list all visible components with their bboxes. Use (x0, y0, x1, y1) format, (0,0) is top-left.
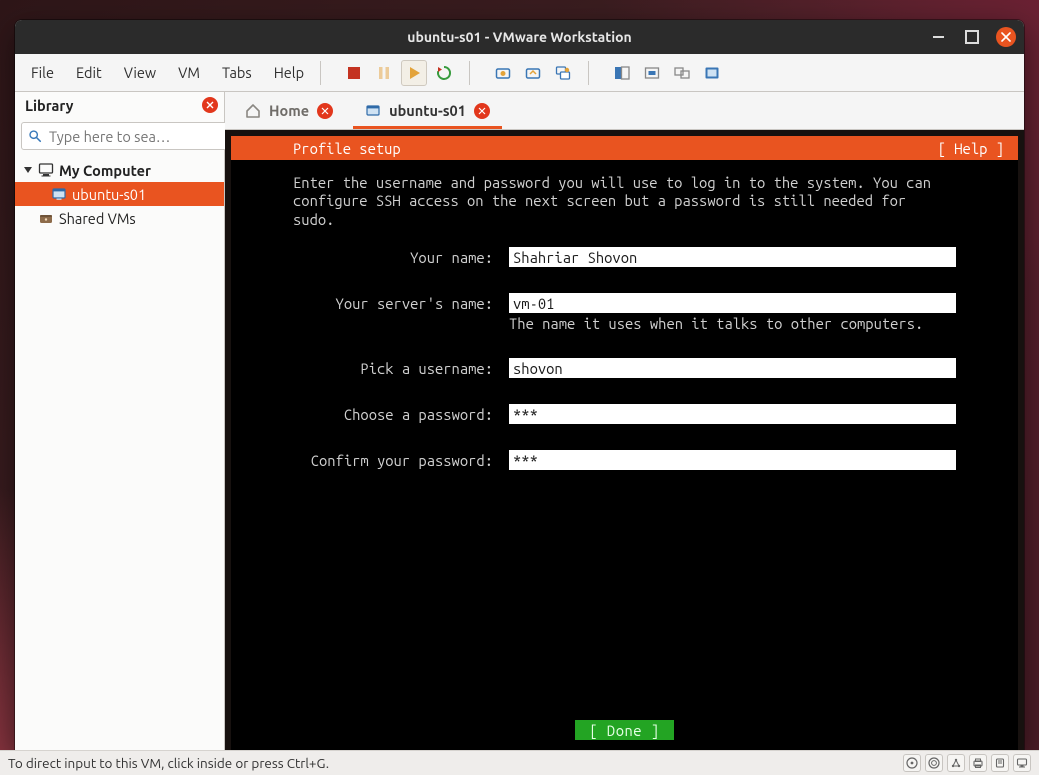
input-server-name[interactable]: vm-01 (509, 293, 956, 313)
tray-cd-icon[interactable] (903, 754, 921, 772)
guest-console[interactable]: Profile setup [ Help ] Enter the usernam… (231, 136, 1018, 750)
play-button[interactable] (401, 60, 427, 86)
tray-sound-icon[interactable] (991, 754, 1009, 772)
close-icon (206, 101, 214, 109)
close-icon (1001, 32, 1011, 42)
snapshot-take-button[interactable] (490, 60, 516, 86)
status-hint: To direct input to this VM, click inside… (8, 755, 329, 771)
window-maximize-button[interactable] (962, 27, 982, 47)
shared-icon (38, 210, 54, 226)
tab-close-button[interactable] (474, 103, 490, 119)
window-title: ubuntu-s01 - VMware Workstation (407, 29, 632, 45)
window-minimize-button[interactable] (928, 27, 948, 47)
toolbar-power-group (335, 60, 463, 86)
search-icon (28, 129, 42, 143)
input-your-name[interactable]: Shahriar Shovon (509, 247, 956, 267)
console-help-button[interactable]: [ Help ] (938, 140, 1004, 157)
library-tree: My Computer ubuntu-s01 Shared VMs (15, 156, 224, 750)
snapshot-manager-button[interactable] (550, 60, 576, 86)
vm-icon (51, 186, 67, 202)
tab-ubuntu-s01[interactable]: ubuntu-s01 (353, 95, 502, 129)
vm-viewport[interactable]: Profile setup [ Help ] Enter the usernam… (225, 130, 1024, 750)
window-titlebar[interactable]: ubuntu-s01 - VMware Workstation (15, 20, 1024, 54)
library-title: Library (25, 97, 74, 114)
input-password-confirm[interactable]: *** (509, 450, 956, 470)
tray-network-icon[interactable] (947, 754, 965, 772)
view-stretch-button[interactable] (639, 60, 665, 86)
tree-node-shared-vms[interactable]: Shared VMs (15, 206, 224, 230)
label-server-name: Your server's name: (293, 293, 493, 312)
console-header: Profile setup [ Help ] (231, 136, 1018, 160)
window-close-button[interactable] (996, 27, 1016, 47)
content-area: Home ubuntu-s01 Profile setup [ Help ] (225, 92, 1024, 750)
tree-label: Shared VMs (59, 210, 136, 227)
done-button[interactable]: [ Done ] (575, 720, 673, 740)
computer-icon (38, 162, 54, 178)
library-close-button[interactable] (202, 97, 218, 113)
console-header-title: Profile setup (293, 140, 401, 157)
profile-form: Your name: Shahriar Shovon Your server's… (293, 247, 956, 470)
search-input[interactable] (21, 122, 250, 150)
label-password: Choose a password: (293, 404, 493, 423)
tray-printer-icon[interactable] (969, 754, 987, 772)
restart-button[interactable] (431, 60, 457, 86)
console-body: Enter the username and password you will… (231, 160, 1018, 750)
body: Library My Computer (15, 92, 1024, 750)
view-multimon-button[interactable] (669, 60, 695, 86)
input-username[interactable]: shovon (509, 358, 956, 378)
tree-node-ubuntu-s01[interactable]: ubuntu-s01 (15, 182, 224, 206)
tab-label: ubuntu-s01 (389, 102, 466, 119)
menubar: File Edit View VM Tabs Help (15, 54, 1024, 92)
snapshot-revert-button[interactable] (520, 60, 546, 86)
tree-label: My Computer (59, 162, 151, 179)
done-row: [ Done ] (293, 720, 956, 740)
status-tray (903, 754, 1031, 772)
separator (469, 61, 470, 85)
toolbar-view-group (603, 60, 731, 86)
library-search (15, 118, 224, 156)
view-console-button[interactable] (609, 60, 635, 86)
menu-vm[interactable]: VM (168, 60, 210, 85)
label-username: Pick a username: (293, 358, 493, 377)
window-controls (928, 20, 1016, 54)
library-header: Library (15, 92, 224, 118)
label-password-confirm: Confirm your password: (293, 450, 493, 469)
menu-edit[interactable]: Edit (66, 60, 112, 85)
menu-view[interactable]: View (114, 60, 166, 85)
home-icon (245, 103, 261, 119)
vm-icon (365, 103, 381, 119)
library-panel: Library My Computer (15, 92, 225, 750)
input-password[interactable]: *** (509, 404, 956, 424)
status-bar: To direct input to this VM, click inside… (0, 750, 1039, 775)
separator (588, 61, 589, 85)
tab-label: Home (269, 102, 309, 119)
menu-tabs[interactable]: Tabs (212, 60, 262, 85)
view-fullscreen-button[interactable] (699, 60, 725, 86)
hint-server-name: The name it uses when it talks to other … (509, 315, 956, 332)
chevron-down-icon (24, 166, 32, 174)
tabbar: Home ubuntu-s01 (225, 92, 1024, 130)
separator (320, 61, 321, 85)
power-off-button[interactable] (341, 60, 367, 86)
tab-close-button[interactable] (317, 103, 333, 119)
tab-home[interactable]: Home (233, 95, 345, 129)
tree-label: ubuntu-s01 (72, 186, 146, 203)
tree-node-my-computer[interactable]: My Computer (15, 158, 224, 182)
pause-button[interactable] (371, 60, 397, 86)
menu-help[interactable]: Help (264, 60, 314, 85)
vmware-window: ubuntu-s01 - VMware Workstation File Edi… (15, 20, 1024, 750)
label-your-name: Your name: (293, 247, 493, 266)
menu-file[interactable]: File (21, 60, 64, 85)
toolbar-snapshot-group (484, 60, 582, 86)
tray-display-icon[interactable] (1013, 754, 1031, 772)
console-description: Enter the username and password you will… (293, 174, 956, 229)
search-text[interactable] (47, 127, 243, 146)
tray-hdd-icon[interactable] (925, 754, 943, 772)
